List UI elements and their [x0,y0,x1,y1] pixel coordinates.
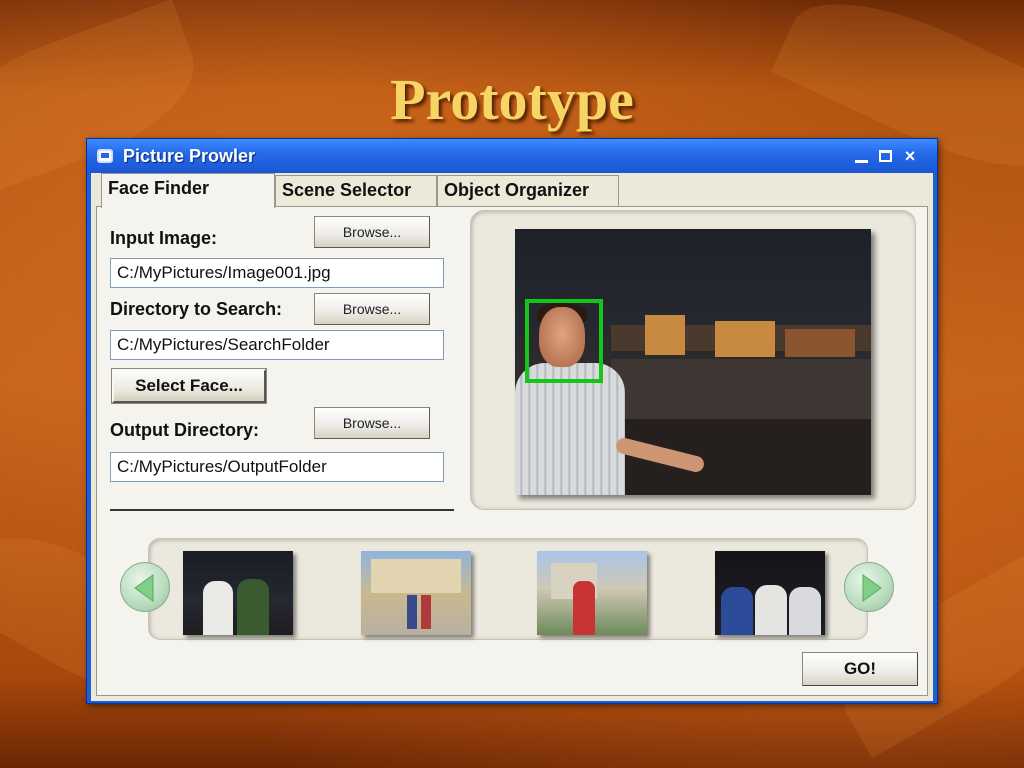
close-button[interactable]: × [899,145,921,167]
maximize-icon [879,150,892,162]
directory-field[interactable]: C:/MyPictures/SearchFolder [110,330,444,360]
window-title: Picture Prowler [123,146,256,166]
thumb-figure [721,587,753,635]
thumb-figure [407,595,417,629]
go-button[interactable]: GO! [802,652,918,686]
title-bar[interactable]: Picture Prowler × [87,139,937,173]
minimize-icon [855,160,868,163]
thumb-figure [237,579,269,635]
thumb-building [371,559,461,593]
input-image-label: Input Image: [110,228,217,248]
directory-browse-button[interactable]: Browse... [314,293,430,325]
input-image-browse-button[interactable]: Browse... [314,216,430,248]
previous-button[interactable] [120,562,170,612]
thumb-figure [789,587,821,635]
thumbnail[interactable] [361,551,471,635]
building [785,329,855,357]
arrow-right-icon [862,574,882,602]
next-button[interactable] [844,562,894,612]
output-directory-label: Output Directory: [110,420,260,440]
preview-panel [470,210,916,510]
thumbnail[interactable] [537,551,647,635]
slide-title: Prototype [390,67,634,132]
select-face-button[interactable]: Select Face... [111,368,267,404]
thumb-figure [755,585,787,635]
thumb-figure [203,581,233,635]
thumb-figure [573,581,595,635]
preview-image [515,229,871,495]
thumbnail[interactable] [715,551,825,635]
arrow-left-icon [134,574,154,602]
separator-line [110,509,454,511]
close-icon: × [904,146,916,166]
output-browse-button[interactable]: Browse... [314,407,430,439]
tab-scene-selector[interactable]: Scene Selector [275,175,437,207]
input-image-field[interactable]: C:/MyPictures/Image001.jpg [110,258,444,288]
city-ground [611,359,871,419]
maximize-button[interactable] [875,145,897,167]
thumb-figure [421,595,431,629]
face-selection-box[interactable] [525,299,603,383]
tab-face-finder[interactable]: Face Finder [101,173,275,208]
minimize-button[interactable] [851,145,873,167]
directory-to-search-label: Directory to Search: [110,299,283,319]
building [645,315,685,355]
tab-object-organizer[interactable]: Object Organizer [437,175,619,207]
thumbnail[interactable] [183,551,293,635]
window-icon [97,149,113,163]
building [715,321,775,357]
thumbnail-strip [148,538,868,640]
output-directory-field[interactable]: C:/MyPictures/OutputFolder [110,452,444,482]
